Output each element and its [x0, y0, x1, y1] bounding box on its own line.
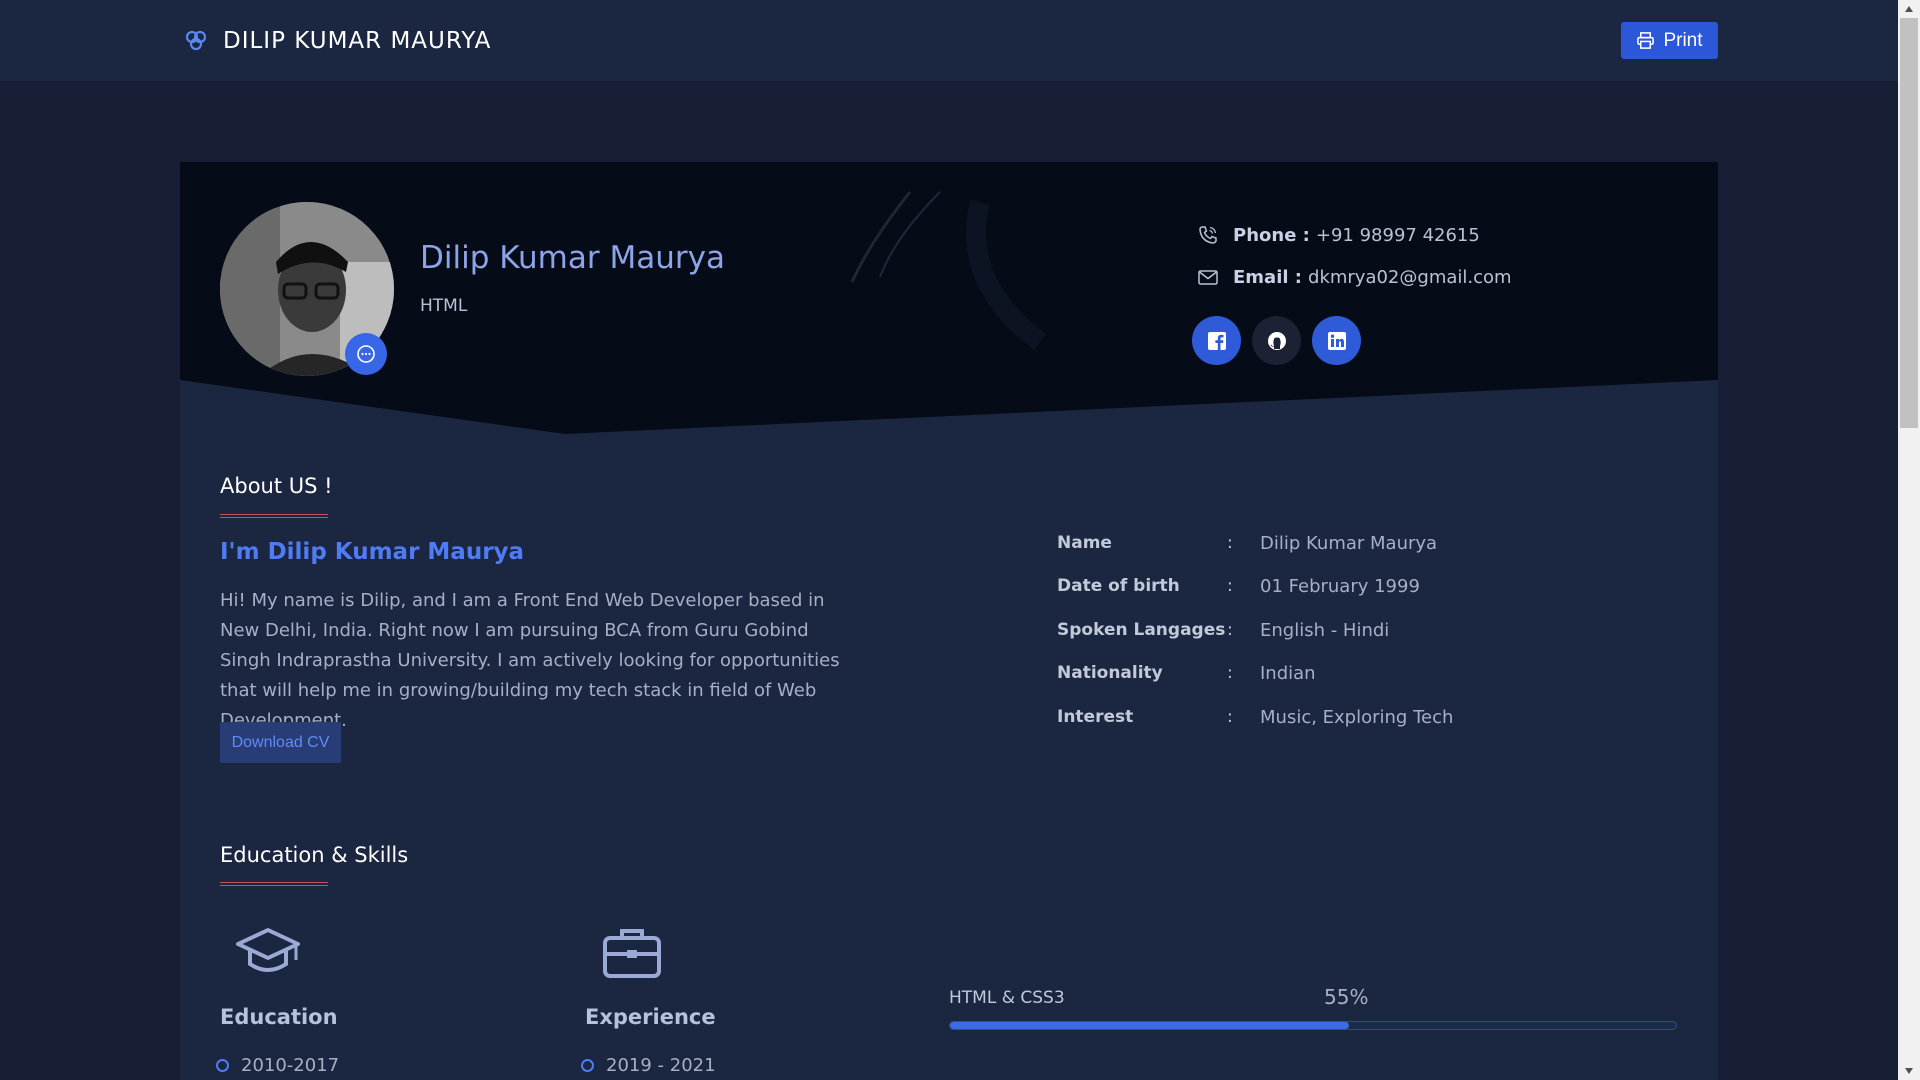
education-skills-title: Education & Skills: [220, 843, 409, 867]
profile-header: Dilip Kumar Maurya HTML Phone : +91 98997…: [180, 162, 1718, 437]
experience-title: Experience: [585, 1005, 716, 1029]
about-heading: I'm Dilip Kumar Maurya: [220, 539, 525, 565]
education-date: 2010-2017: [241, 1055, 340, 1076]
scroll-thumb[interactable]: [1900, 18, 1918, 428]
vertical-scrollbar[interactable]: [1898, 0, 1920, 1080]
info-row: Date of birth : 01 February 1999: [1057, 571, 1557, 601]
skill-progress-bar: [949, 1021, 1677, 1030]
email-label: Email :: [1233, 266, 1303, 288]
experience-item: 2019 - 2021: [581, 1055, 716, 1076]
info-label: Date of birth: [1057, 576, 1180, 596]
brand[interactable]: DILIP KUMAR MAURYA: [183, 0, 491, 81]
info-colon: :: [1227, 620, 1233, 640]
chat-button[interactable]: [345, 333, 387, 375]
about-title-underline: [220, 514, 328, 518]
education-title: Education: [220, 1005, 338, 1029]
download-cv-button[interactable]: Download CV: [220, 722, 341, 763]
github-icon: [1267, 331, 1286, 350]
email-icon: [1198, 270, 1218, 285]
education-item: 2010-2017: [216, 1055, 339, 1076]
info-colon: :: [1227, 663, 1233, 683]
about-description: Hi! My name is Dilip, and I am a Front E…: [220, 590, 840, 731]
info-label: Nationality: [1057, 663, 1163, 683]
facebook-link[interactable]: [1192, 316, 1241, 365]
timeline-dot: [216, 1059, 229, 1072]
profile-name: Dilip Kumar Maurya: [420, 240, 725, 276]
phone-label: Phone :: [1233, 224, 1310, 246]
info-value: Music, Exploring Tech: [1260, 706, 1454, 728]
info-value: English - Hindi: [1260, 619, 1390, 641]
info-row: Interest : Music, Exploring Tech: [1057, 702, 1557, 732]
education-skills-title-underline: [220, 882, 328, 886]
experience-date: 2019 - 2021: [606, 1055, 716, 1076]
skill-percent: 55%: [1324, 985, 1369, 1009]
brand-name: DILIP KUMAR MAURYA: [223, 27, 492, 54]
print-button[interactable]: Print: [1621, 22, 1718, 59]
print-label: Print: [1663, 29, 1703, 51]
brand-logo-icon: [185, 30, 207, 50]
contact-email: Email : dkmrya02@gmail.com: [1197, 266, 1512, 288]
scroll-up-icon: [1905, 6, 1913, 12]
social-links: [1192, 316, 1361, 365]
info-label: Interest: [1057, 707, 1134, 727]
profile-role: HTML: [420, 296, 468, 316]
info-label: Spoken Langages: [1057, 620, 1226, 640]
info-value: 01 February 1999: [1260, 575, 1420, 597]
top-navbar: DILIP KUMAR MAURYA Print: [0, 0, 1898, 81]
scroll-down-arrow[interactable]: [1898, 1062, 1920, 1080]
scroll-up-arrow[interactable]: [1898, 0, 1920, 18]
resume-card: Dilip Kumar Maurya HTML Phone : +91 98997…: [180, 162, 1718, 1080]
contact-phone: Phone : +91 98997 42615: [1197, 224, 1480, 246]
info-label: Name: [1057, 533, 1112, 553]
linkedin-icon: [1327, 331, 1346, 350]
info-value: Indian: [1260, 662, 1316, 684]
github-link[interactable]: [1252, 316, 1301, 365]
info-row: Spoken Langages : English - Hindi: [1057, 615, 1557, 645]
chat-icon: [357, 345, 375, 363]
info-colon: :: [1227, 576, 1233, 596]
email-value[interactable]: dkmrya02@gmail.com: [1308, 267, 1512, 288]
info-row: Name : Dilip Kumar Maurya: [1057, 528, 1557, 558]
info-row: Nationality : Indian: [1057, 658, 1557, 688]
facebook-icon: [1207, 331, 1226, 350]
phone-value[interactable]: +91 98997 42615: [1316, 225, 1480, 246]
skill-label: HTML & CSS3: [949, 988, 1065, 1008]
timeline-dot: [581, 1059, 594, 1072]
about-title: About US !: [220, 474, 333, 498]
info-value: Dilip Kumar Maurya: [1260, 532, 1438, 554]
linkedin-link[interactable]: [1312, 316, 1361, 365]
printer-icon: [1637, 32, 1655, 49]
info-colon: :: [1227, 707, 1233, 727]
phone-icon: [1199, 226, 1217, 244]
scroll-down-icon: [1905, 1068, 1913, 1074]
briefcase-icon: [603, 929, 661, 978]
skill-progress-fill: [950, 1022, 1350, 1029]
info-colon: :: [1227, 533, 1233, 553]
header-background: [180, 162, 1718, 434]
graduation-cap-icon: [236, 928, 300, 972]
